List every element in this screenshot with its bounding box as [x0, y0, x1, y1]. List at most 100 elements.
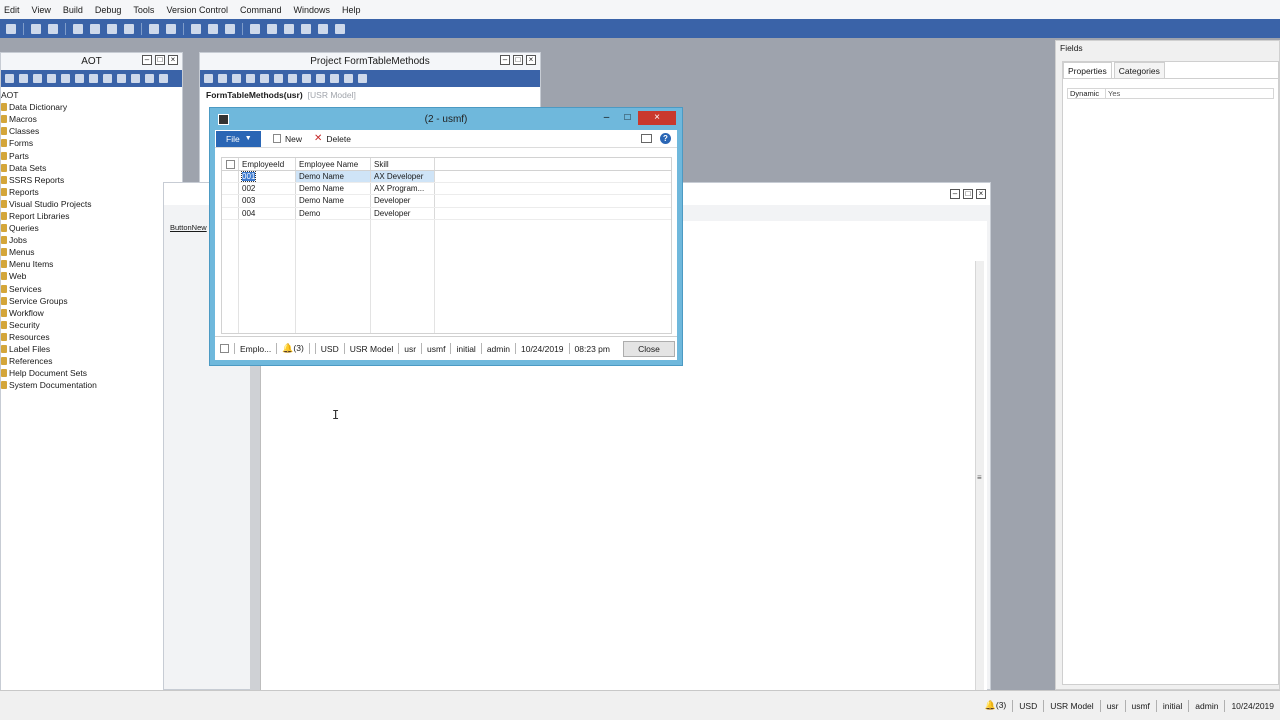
select-all-checkbox[interactable] — [225, 159, 235, 169]
row-selector[interactable] — [222, 207, 239, 219]
new-button[interactable]: New — [273, 134, 302, 144]
aot-item[interactable]: Visual Studio Projects — [1, 198, 182, 210]
aot-item[interactable]: Workflow — [1, 307, 182, 319]
table-row[interactable]: 002 Demo Name AX Program... — [222, 183, 671, 196]
cut-icon[interactable] — [73, 23, 83, 34]
close-button[interactable]: × — [168, 55, 178, 65]
menu-debug[interactable]: Debug — [91, 5, 126, 15]
aot-item[interactable]: Reports — [1, 186, 182, 198]
import-icon[interactable] — [232, 74, 241, 83]
close-button[interactable]: × — [976, 189, 986, 199]
maximize-button[interactable]: □ — [155, 55, 165, 65]
property-row[interactable]: Dynamic Yes — [1067, 88, 1274, 99]
aot-item[interactable]: Menus — [1, 246, 182, 258]
close-button[interactable]: × — [526, 55, 536, 65]
minimize-button[interactable]: – — [500, 55, 510, 65]
cut-icon[interactable] — [47, 74, 56, 83]
maximize-button[interactable]: □ — [963, 189, 973, 199]
skill-cell[interactable]: Developer — [371, 195, 435, 207]
layout-icon[interactable] — [318, 23, 328, 34]
factbox-toggle-icon[interactable] — [641, 134, 652, 143]
globe-icon[interactable] — [145, 74, 154, 83]
project-node[interactable]: FormTableMethods(usr) [USR Model] — [200, 87, 540, 103]
file-menu-button[interactable]: File ▼ — [216, 130, 261, 147]
filter-icon[interactable] — [89, 74, 98, 83]
cut-icon[interactable] — [246, 74, 255, 83]
table-row[interactable]: 004 Demo Developer — [222, 207, 671, 220]
aot-item[interactable]: Data Sets — [1, 162, 182, 174]
object-icon[interactable] — [191, 23, 201, 34]
record-info-icon[interactable] — [220, 344, 229, 353]
refresh-icon[interactable] — [330, 74, 339, 83]
tab-properties[interactable]: Properties — [1063, 62, 1112, 78]
aot-item[interactable]: Parts — [1, 149, 182, 161]
delete-icon[interactable] — [61, 74, 70, 83]
aot-item[interactable]: Queries — [1, 222, 182, 234]
compile-icon[interactable] — [302, 74, 311, 83]
aot-item[interactable]: Forms — [1, 137, 182, 149]
menu-build[interactable]: Build — [59, 5, 87, 15]
aot-item[interactable]: SSRS Reports — [1, 174, 182, 186]
skill-cell[interactable]: Developer — [371, 207, 435, 219]
aot-item[interactable]: Service Groups — [1, 295, 182, 307]
menu-edit[interactable]: Edit — [0, 5, 24, 15]
employee-name-cell[interactable]: Demo — [296, 207, 371, 219]
close-button[interactable]: × — [638, 111, 676, 125]
open-icon[interactable] — [19, 74, 28, 83]
table-row[interactable]: 003 Demo Name Developer — [222, 195, 671, 208]
employee-name-cell[interactable]: Demo Name — [296, 183, 371, 195]
debug-icon[interactable] — [225, 23, 235, 34]
aot-item[interactable]: Menu Items — [1, 258, 182, 270]
vertical-scrollbar[interactable]: ≡ — [975, 261, 984, 720]
open-icon[interactable] — [204, 74, 213, 83]
undo-icon[interactable] — [316, 74, 325, 83]
aot-item[interactable]: Help Document Sets — [1, 367, 182, 379]
row-selector[interactable] — [222, 195, 239, 207]
save-icon[interactable] — [218, 74, 227, 83]
minimize-button[interactable]: – — [142, 55, 152, 65]
minimize-button[interactable]: – — [596, 111, 617, 125]
maximize-button[interactable]: □ — [617, 111, 638, 125]
column-header-skill[interactable]: Skill — [371, 158, 435, 170]
import-icon[interactable] — [33, 74, 42, 83]
row-selector[interactable] — [222, 183, 239, 195]
copy-icon[interactable] — [48, 23, 58, 34]
menu-version-control[interactable]: Version Control — [162, 5, 232, 15]
row-selector[interactable] — [222, 171, 239, 183]
filter-icon[interactable] — [260, 74, 269, 83]
property-value[interactable]: Yes — [1106, 89, 1120, 98]
minimize-button[interactable]: – — [950, 189, 960, 199]
undo-icon[interactable] — [117, 74, 126, 83]
tab-categories[interactable]: Categories — [1113, 62, 1165, 78]
aot-root[interactable]: AOT — [1, 89, 182, 101]
paste-icon[interactable] — [90, 23, 100, 34]
compile-icon[interactable] — [103, 74, 112, 83]
menu-tools[interactable]: Tools — [129, 5, 158, 15]
aot-item[interactable]: Macros — [1, 113, 182, 125]
aot-item[interactable]: Label Files — [1, 343, 182, 355]
method-tree-item[interactable]: ButtonNew — [170, 223, 207, 232]
aot-item[interactable]: Web — [1, 270, 182, 282]
skill-cell[interactable]: AX Program... — [371, 183, 435, 195]
aot-item[interactable]: Security — [1, 319, 182, 331]
employee-name-cell[interactable]: Demo Name — [296, 195, 371, 207]
help-icon[interactable]: ? — [660, 133, 671, 144]
table-icon[interactable] — [267, 23, 277, 34]
alert-icon[interactable] — [250, 23, 260, 34]
employee-id-cell[interactable]: 001 — [239, 171, 296, 183]
menu-help[interactable]: Help — [338, 5, 365, 15]
grid-icon[interactable] — [284, 23, 294, 34]
view-icon[interactable] — [335, 23, 345, 34]
employee-id-cell[interactable]: 004 — [239, 207, 296, 219]
copy-icon[interactable] — [288, 74, 297, 83]
scroll-grip-icon[interactable]: ≡ — [977, 473, 982, 482]
employee-id-cell[interactable]: 003 — [239, 195, 296, 207]
print-icon[interactable] — [31, 23, 41, 34]
aot-item[interactable]: Jobs — [1, 234, 182, 246]
menu-view[interactable]: View — [28, 5, 55, 15]
column-header-employee-name[interactable]: Employee Name — [296, 158, 371, 170]
compile-icon[interactable] — [149, 23, 159, 34]
maximize-button[interactable]: □ — [513, 55, 523, 65]
employee-id-cell[interactable]: 002 — [239, 183, 296, 195]
properties-icon[interactable] — [124, 23, 134, 34]
